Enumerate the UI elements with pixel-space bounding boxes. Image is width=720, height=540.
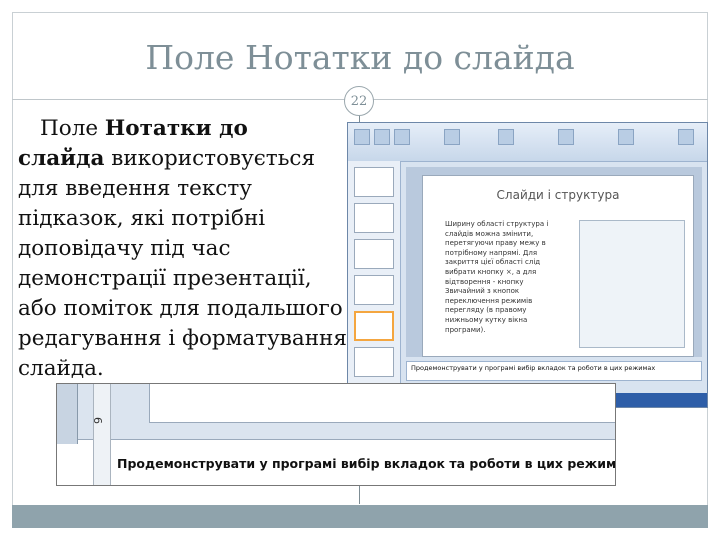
ribbon-icon bbox=[558, 129, 574, 145]
slide-thumbnail bbox=[354, 239, 394, 269]
zoom-notes-text: Продемонструвати у програмі вибір вкладо… bbox=[117, 456, 616, 471]
ribbon-icon bbox=[374, 129, 390, 145]
body-bold-1: Нотатки до bbox=[104, 116, 248, 141]
inner-slide-text: Ширину області структура і слайдів можна… bbox=[445, 220, 549, 334]
slide-title: Поле Нотатки до слайда bbox=[145, 38, 575, 77]
thumbnail-pane bbox=[348, 161, 401, 391]
powerpoint-screenshot: Слайди і структура Ширину області структ… bbox=[347, 122, 708, 408]
ribbon-icon bbox=[618, 129, 634, 145]
slide-thumbnail bbox=[354, 203, 394, 233]
zoom-left-panel bbox=[57, 384, 78, 444]
office-button-icon bbox=[354, 129, 370, 145]
footer-band bbox=[12, 505, 708, 528]
inner-slide-title: Слайди і структура bbox=[496, 188, 620, 202]
slide-thumbnail bbox=[354, 275, 394, 305]
ribbon-icon bbox=[678, 129, 694, 145]
zoom-scrollbar bbox=[93, 384, 111, 485]
slide-thumbnail bbox=[354, 167, 394, 197]
notes-zoom-inset: 9 Продемонструвати у програмі вибір вкла… bbox=[56, 383, 616, 486]
ribbon-icon bbox=[498, 129, 514, 145]
slide-canvas: Слайди і структура Ширину області структ… bbox=[406, 167, 702, 357]
ribbon-icon bbox=[444, 129, 460, 145]
zoom-line-number: 9 bbox=[92, 417, 105, 424]
zoom-slide-edge bbox=[149, 384, 615, 423]
inner-slide: Слайди і структура Ширину області структ… bbox=[422, 175, 694, 357]
slide-number: 22 bbox=[344, 86, 374, 116]
body-bold-2: слайда bbox=[18, 146, 105, 171]
inner-panel-picture bbox=[579, 220, 685, 348]
body-rest: використовується для введення тексту під… bbox=[18, 146, 347, 381]
slide-thumbnail-selected bbox=[354, 311, 394, 341]
zoom-notes-text-content: Продемонструвати у програмі вибір вкладо… bbox=[117, 456, 616, 471]
ribbon bbox=[348, 123, 707, 162]
ribbon-icon bbox=[394, 129, 410, 145]
body-prefix: Поле bbox=[40, 116, 105, 141]
notes-pane: Продемонструвати у програмі вибір вкладо… bbox=[406, 361, 702, 381]
slide-thumbnail bbox=[354, 347, 394, 377]
body-text: Поле Нотатки до слайда використовується д… bbox=[18, 114, 348, 384]
